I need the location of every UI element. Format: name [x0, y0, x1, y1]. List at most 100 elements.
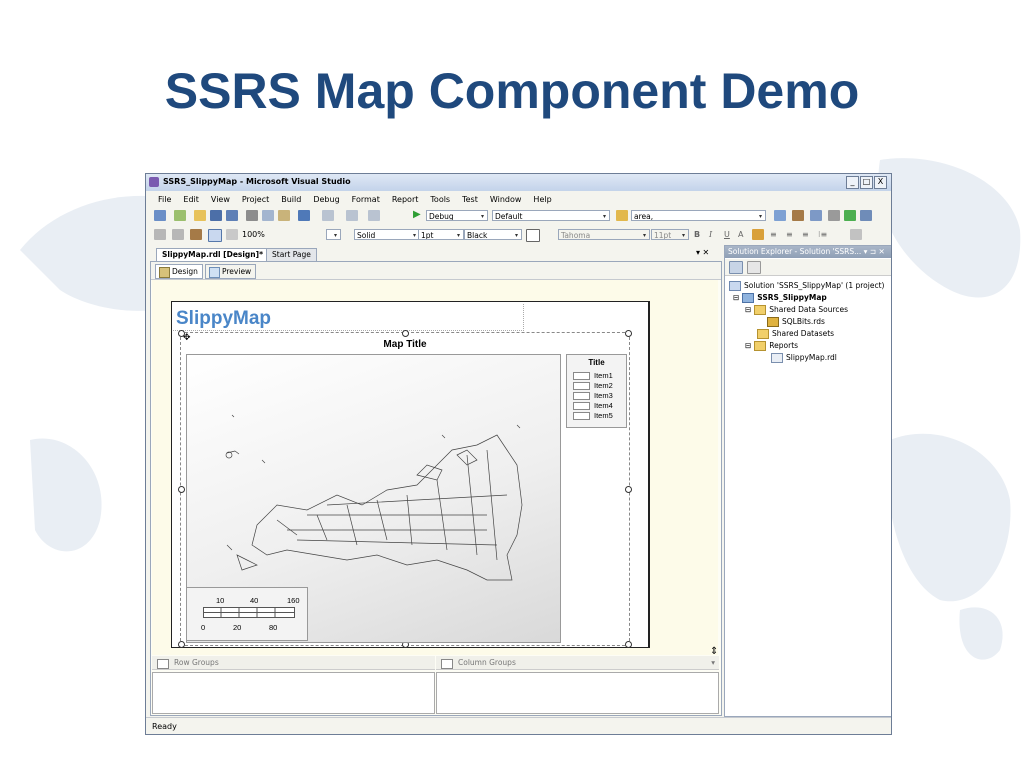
legend-swatch	[573, 412, 590, 421]
line-color-combo[interactable]: Black ▾	[464, 229, 522, 240]
zoom-dropdown[interactable]: ▾	[326, 229, 341, 240]
menu-edit[interactable]: Edit	[177, 193, 205, 207]
legend-swatch	[573, 382, 590, 391]
solution-icon	[729, 281, 741, 291]
scale-bottom-label: 20	[233, 623, 242, 632]
start-debug-icon[interactable]: ▶	[413, 209, 421, 220]
navigate-forward-icon[interactable]	[368, 210, 380, 221]
line-style-combo[interactable]: Solid ▾	[354, 229, 420, 240]
scale-bottom-label: 0	[201, 623, 206, 632]
report-title[interactable]: SlippyMap	[176, 308, 271, 330]
navigate-back-icon[interactable]	[346, 210, 358, 221]
start-page-icon[interactable]	[844, 210, 856, 221]
resize-handle[interactable]	[625, 330, 632, 337]
platform-combo[interactable]: Default ▾	[492, 210, 610, 221]
show-all-files-icon[interactable]	[747, 261, 761, 274]
font-combo[interactable]: Tahoma ▾	[558, 229, 650, 240]
align-left-icon[interactable]: ≡	[770, 230, 777, 239]
font-color-button[interactable]: A	[738, 230, 743, 239]
tree-node-sqlbits-rds[interactable]: SQLBits.rds	[767, 316, 825, 327]
menu-debug[interactable]: Debug	[307, 193, 345, 207]
command-window-icon[interactable]	[860, 210, 872, 221]
object-browser-icon[interactable]	[810, 210, 822, 221]
menu-view[interactable]: View	[205, 193, 236, 207]
redo-icon[interactable]	[322, 210, 334, 221]
scale-top-label: 40	[250, 596, 259, 605]
report-body[interactable]: SlippyMap ✥ Map Title Title Item1 Item2 …	[171, 301, 650, 648]
border-icon[interactable]	[526, 229, 540, 242]
tab-design[interactable]: Design	[155, 264, 203, 279]
zoom-label: 100%	[242, 230, 265, 239]
line-width-combo[interactable]: 1pt ▾	[418, 229, 464, 240]
menu-file[interactable]: File	[152, 193, 177, 207]
add-item-icon[interactable]	[174, 210, 186, 221]
tree-node-reports[interactable]: ⊟ Reports	[745, 340, 798, 351]
menu-report[interactable]: Report	[386, 193, 425, 207]
menu-window[interactable]: Window	[484, 193, 528, 207]
font-size-combo[interactable]: 11pt ▾	[651, 229, 689, 240]
tree-node-project[interactable]: ⊟ SSRS_SlippyMap	[733, 292, 827, 303]
menu-test[interactable]: Test	[456, 193, 484, 207]
background-color-icon[interactable]	[752, 229, 764, 240]
properties-icon[interactable]	[729, 261, 743, 274]
solution-explorer-icon[interactable]	[774, 210, 786, 221]
find-combo[interactable]: area, ▾	[631, 210, 766, 221]
bold-button[interactable]: B	[694, 230, 700, 239]
italic-button[interactable]: I	[709, 230, 712, 239]
tab-start-page[interactable]: Start Page	[266, 248, 317, 261]
menu-format[interactable]: Format	[346, 193, 386, 207]
maximize-button[interactable]: □	[860, 176, 873, 189]
grid-icon[interactable]	[226, 229, 238, 240]
tab-controls[interactable]: ▾ ✕	[696, 248, 709, 257]
solution-explorer-header[interactable]: Solution Explorer - Solution 'SSRS... ▾ …	[725, 246, 891, 258]
save-all-icon[interactable]	[226, 210, 238, 221]
menu-build[interactable]: Build	[275, 193, 307, 207]
properties-icon[interactable]	[792, 210, 804, 221]
resize-handle[interactable]	[625, 486, 632, 493]
undo-icon[interactable]	[298, 210, 310, 221]
report-data-icon[interactable]	[154, 229, 166, 240]
tree-node-slippymap-rdl[interactable]: SlippyMap.rdl	[771, 352, 837, 363]
map-scale-bar[interactable]: 10 40 160 0 20 80	[186, 587, 308, 641]
open-folder-icon[interactable]	[194, 210, 206, 221]
tab-preview[interactable]: Preview	[205, 264, 257, 279]
tree-node-shared-data-sources[interactable]: ⊟ Shared Data Sources	[745, 304, 848, 315]
map-legend[interactable]: Title Item1 Item2 Item3 Item4 Item5	[566, 354, 627, 428]
align-right-icon[interactable]: ≡	[802, 230, 809, 239]
underline-button[interactable]: U	[724, 230, 730, 239]
tree-node-solution[interactable]: Solution 'SSRS_SlippyMap' (1 project)	[729, 280, 884, 291]
tab-slippymap-design[interactable]: SlippyMap.rdl [Design]*	[156, 248, 269, 261]
close-button[interactable]: X	[874, 176, 887, 189]
map-control[interactable]: ✥ Map Title Title Item1 Item2 Item3 Item…	[178, 330, 632, 648]
tree-node-shared-datasets[interactable]: Shared Datasets	[757, 328, 834, 339]
row-groups-list[interactable]	[152, 672, 435, 714]
align-center-icon[interactable]: ≡	[786, 230, 793, 239]
config-combo[interactable]: Debug ▾	[426, 210, 488, 221]
paste-icon[interactable]	[278, 210, 290, 221]
design-surface[interactable]: SlippyMap ✥ Map Title Title Item1 Item2 …	[152, 280, 718, 657]
minimize-button[interactable]: _	[846, 176, 859, 189]
groups-dropdown-icon[interactable]: ▾	[711, 656, 715, 670]
report-designer-pane: Design Preview SlippyMap ✥ Map Title Tit…	[150, 261, 722, 716]
toolbox-icon[interactable]	[828, 210, 840, 221]
project-icon	[742, 293, 755, 303]
menu-help[interactable]: Help	[527, 193, 557, 207]
copy-icon[interactable]	[262, 210, 274, 221]
resize-handle[interactable]	[625, 641, 632, 648]
resize-handle[interactable]	[178, 641, 185, 648]
save-icon[interactable]	[210, 210, 222, 221]
menu-project[interactable]: Project	[236, 193, 275, 207]
new-project-icon[interactable]	[154, 210, 166, 221]
grouping-icon[interactable]	[172, 229, 184, 240]
toolbar-options-icon[interactable]	[850, 229, 862, 240]
ruler-icon[interactable]	[208, 229, 222, 242]
list-icon[interactable]: ⁝≡	[818, 230, 827, 239]
solution-explorer-toolbar	[725, 259, 891, 276]
find-in-files-icon[interactable]	[616, 210, 628, 221]
menu-tools[interactable]: Tools	[424, 193, 456, 207]
cut-icon[interactable]	[246, 210, 258, 221]
resize-handle[interactable]	[402, 330, 409, 337]
resize-handle[interactable]	[178, 486, 185, 493]
report-properties-icon[interactable]	[190, 229, 202, 240]
column-groups-list[interactable]	[436, 672, 719, 714]
